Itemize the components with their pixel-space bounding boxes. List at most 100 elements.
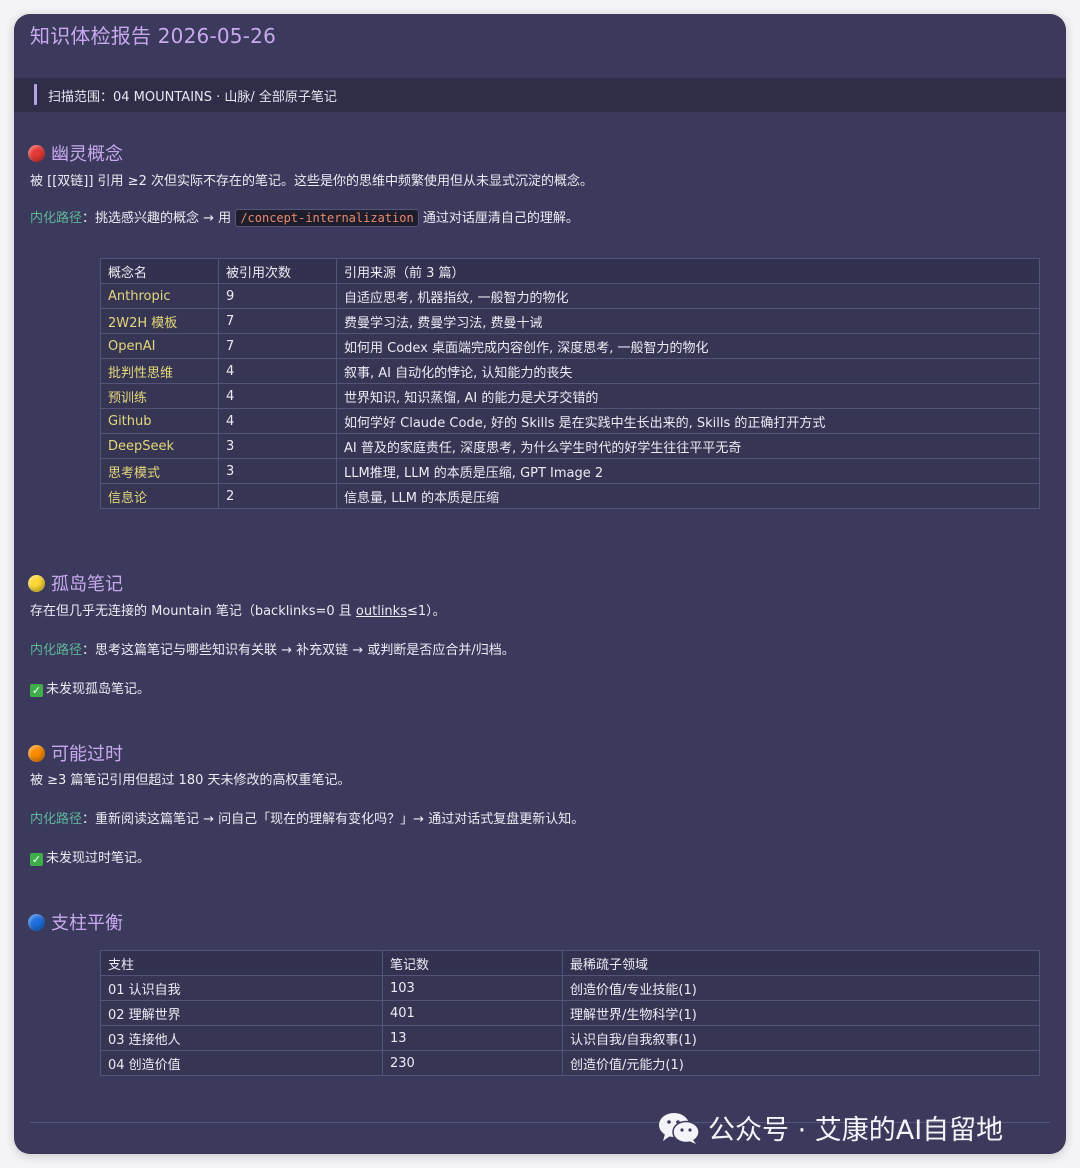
callout-rule [34, 84, 37, 105]
column-header: 笔记数 [382, 950, 563, 976]
ref-count: 7 [218, 308, 337, 334]
pillar-heading: 支柱平衡 [28, 909, 123, 935]
concept-link[interactable]: 预训练 [100, 383, 219, 409]
table-row: DeepSeek 3 AI 普及的家庭责任, 深度思考, 为什么学生时代的好学生往往… [100, 433, 1040, 459]
orange-circle-icon [28, 744, 45, 762]
path-text: ：思考这篇笔记与哪些知识有关联 → 补充双链 → 或判断是否应合并/归档。 [82, 643, 515, 658]
sparse-domain: 创造价值/元能力(1) [562, 1050, 1040, 1076]
note-count: 230 [382, 1050, 563, 1076]
island-result: ✓ 未发现孤岛笔记。 [30, 678, 150, 697]
pillar-name: 04 创造价值 [100, 1050, 383, 1076]
page-title: 知识体检报告 2026-05-26 [30, 24, 276, 48]
table-row: OpenAI 7 如何用 Codex 桌面端完成内容创作, 深度思考, 一般智力的物… [100, 333, 1040, 359]
pillar-table: 支柱 笔记数 最稀疏子领域 01 认识自我 103 创造价值/专业技能(1) 02 … [100, 950, 1040, 1076]
concept-link[interactable]: Anthropic [100, 283, 219, 309]
table-row: 01 认识自我 103 创造价值/专业技能(1) [100, 975, 1040, 1001]
concept-link[interactable]: 思考模式 [100, 458, 219, 484]
table-row: 03 连接他人 13 认识自我/自我叙事(1) [100, 1025, 1040, 1051]
scope-text: 扫描范围：04 MOUNTAINS · 山脉/ 全部原子笔记 [48, 90, 337, 105]
note-count: 103 [382, 975, 563, 1001]
ref-sources: 叙事, AI 自动化的悖论, 认知能力的丧失 [336, 358, 1040, 384]
island-heading-text: 孤岛笔记 [51, 574, 123, 595]
blue-circle-icon [28, 913, 45, 931]
note-count: 401 [382, 1000, 563, 1026]
ref-count: 4 [218, 408, 337, 434]
note-count: 13 [382, 1025, 563, 1051]
watermark-text: 公众号 · 艾康的AI自留地 [708, 1115, 1004, 1146]
stale-heading-text: 可能过时 [51, 744, 123, 765]
concept-link[interactable]: Github [100, 408, 219, 434]
path-label[interactable]: 内化路径 [30, 812, 82, 827]
concept-link[interactable]: DeepSeek [100, 433, 219, 459]
table-row: 2W2H 模板 7 费曼学习法, 费曼学习法, 费曼十诫 [100, 308, 1040, 334]
ref-sources: 信息量, LLM 的本质是压缩 [336, 483, 1040, 509]
ghost-path: 内化路径：挑选感兴趣的概念 → 用 /concept-internalizati… [30, 207, 579, 227]
column-header: 被引用次数 [218, 258, 337, 284]
watermark: 公众号 · 艾康的AI自留地 [658, 1108, 1003, 1147]
table-header-row: 概念名 被引用次数 引用来源（前 3 篇） [100, 258, 1040, 284]
island-desc-after: ≤1）。 [406, 604, 446, 619]
path-text-before: ：挑选感兴趣的概念 → 用 [82, 211, 236, 226]
wechat-icon [659, 1112, 700, 1144]
ref-sources: 费曼学习法, 费曼学习法, 费曼十诫 [336, 308, 1040, 334]
sparse-domain: 创造价值/专业技能(1) [562, 975, 1040, 1001]
pillar-name: 03 连接他人 [100, 1025, 383, 1051]
stale-path: 内化路径：重新阅读这篇笔记 → 问自己「现在的理解有变化吗？」→ 通过对话式复盘… [30, 808, 584, 827]
concept-link[interactable]: 信息论 [100, 483, 219, 509]
check-mark-icon: ✓ [30, 684, 43, 697]
path-text: ：重新阅读这篇笔记 → 问自己「现在的理解有变化吗？」→ 通过对话式复盘更新认知… [82, 812, 585, 827]
stale-heading: 可能过时 [28, 740, 123, 766]
sparse-domain: 认识自我/自我叙事(1) [562, 1025, 1040, 1051]
ref-count: 3 [218, 458, 337, 484]
ref-count: 4 [218, 383, 337, 409]
concept-link[interactable]: 批判性思维 [100, 358, 219, 384]
check-mark-icon: ✓ [30, 853, 43, 866]
island-path: 内化路径：思考这篇笔记与哪些知识有关联 → 补充双链 → 或判断是否应合并/归档… [30, 639, 515, 658]
ref-sources: 世界知识, 知识蒸馏, AI 的能力是犬牙交错的 [336, 383, 1040, 409]
concept-link[interactable]: 2W2H 模板 [100, 308, 219, 334]
ref-count: 3 [218, 433, 337, 459]
stale-result: ✓ 未发现过时笔记。 [30, 847, 150, 866]
table-row: Anthropic 9 自适应思考, 机器指纹, 一般智力的物化 [100, 283, 1040, 309]
ref-sources: 如何学好 Claude Code, 好的 Skills 是在实践中生长出来的, … [336, 408, 1040, 434]
report-window: 知识体检报告 2026-05-26 扫描范围：04 MOUNTAINS · 山脉… [14, 14, 1066, 1154]
concept-internalization-command[interactable]: /concept-internalization [235, 209, 419, 227]
path-label[interactable]: 内化路径 [30, 643, 82, 658]
ref-sources: 如何用 Codex 桌面端完成内容创作, 深度思考, 一般智力的物化 [336, 333, 1040, 359]
red-circle-icon [28, 144, 45, 162]
column-header: 概念名 [100, 258, 219, 284]
column-header: 支柱 [100, 950, 383, 976]
ref-count: 9 [218, 283, 337, 309]
island-description: 存在但几乎无连接的 Mountain 笔记（backlinks=0 且 outl… [30, 600, 446, 619]
ghost-table: 概念名 被引用次数 引用来源（前 3 篇） Anthropic 9 自适应思考, 机… [100, 258, 1040, 509]
pillar-name: 02 理解世界 [100, 1000, 383, 1026]
ghost-heading: 幽灵概念 [28, 140, 123, 166]
pillar-heading-text: 支柱平衡 [51, 913, 123, 934]
path-label[interactable]: 内化路径 [30, 211, 82, 226]
pillar-name: 01 认识自我 [100, 975, 383, 1001]
concept-link[interactable]: OpenAI [100, 333, 219, 359]
table-row: 02 理解世界 401 理解世界/生物科学(1) [100, 1000, 1040, 1026]
table-row: 批判性思维 4 叙事, AI 自动化的悖论, 认知能力的丧失 [100, 358, 1040, 384]
path-text-after: 通过对话厘清自己的理解。 [418, 211, 579, 226]
ref-count: 2 [218, 483, 337, 509]
stale-result-text: 未发现过时笔记。 [46, 851, 151, 866]
stale-description: 被 ≥3 篇笔记引用但超过 180 天未修改的高权重笔记。 [30, 773, 351, 788]
ref-count: 7 [218, 333, 337, 359]
table-row: 04 创造价值 230 创造价值/元能力(1) [100, 1050, 1040, 1076]
column-header: 引用来源（前 3 篇） [336, 258, 1040, 284]
island-result-text: 未发现孤岛笔记。 [46, 682, 151, 697]
ref-sources: LLM推理, LLM 的本质是压缩, GPT Image 2 [336, 458, 1040, 484]
column-header: 最稀疏子领域 [562, 950, 1040, 976]
table-row: 信息论 2 信息量, LLM 的本质是压缩 [100, 483, 1040, 509]
island-heading: 孤岛笔记 [28, 570, 123, 596]
table-header-row: 支柱 笔记数 最稀疏子领域 [100, 950, 1040, 976]
outlinks-link[interactable]: outlinks [356, 604, 407, 619]
ref-sources: 自适应思考, 机器指纹, 一般智力的物化 [336, 283, 1040, 309]
sparse-domain: 理解世界/生物科学(1) [562, 1000, 1040, 1026]
ghost-heading-text: 幽灵概念 [51, 144, 123, 165]
ref-sources: AI 普及的家庭责任, 深度思考, 为什么学生时代的好学生往往平平无奇 [336, 433, 1040, 459]
table-row: 思考模式 3 LLM推理, LLM 的本质是压缩, GPT Image 2 [100, 458, 1040, 484]
table-row: Github 4 如何学好 Claude Code, 好的 Skills 是在实践中… [100, 408, 1040, 434]
island-desc-before: 存在但几乎无连接的 Mountain 笔记（backlinks=0 且 [30, 604, 356, 619]
